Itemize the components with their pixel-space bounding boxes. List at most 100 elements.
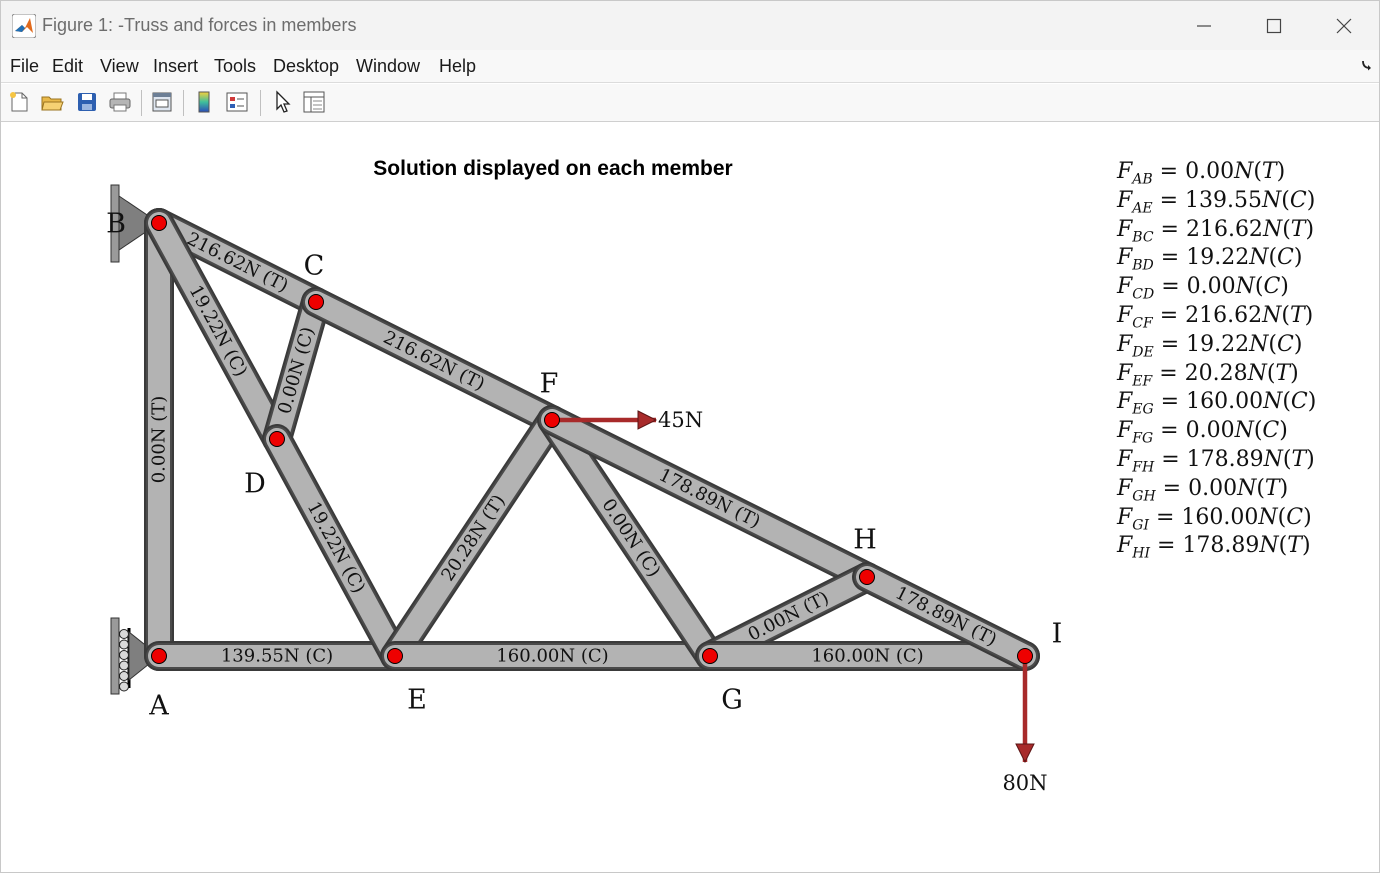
node-label-f: F [540,369,559,400]
toolbar-separator [141,90,142,116]
menu-edit[interactable]: Edit [52,56,83,77]
toolbar [1,84,1379,122]
force-subscript: CD [1132,286,1155,303]
minimize-button[interactable] [1169,1,1239,50]
member-forces-list: FAB = 0.00N(T) FAE = 139.55N(C) FBC = 216.… [1117,158,1316,562]
pointer-button[interactable] [268,88,296,116]
force-type: (T) [1278,533,1311,559]
force-subscript: EF [1132,372,1153,389]
force-value: 160.00 [1181,504,1259,530]
maximize-button[interactable] [1239,1,1309,50]
link-plot-button[interactable] [148,88,176,116]
menu-window[interactable]: Window [356,56,420,77]
force-type: (T) [1253,159,1286,184]
equals-sign: = [1154,446,1187,472]
force-subscript: GH [1132,488,1156,505]
force-result-cd: FCD = 0.00N(C) [1117,273,1316,302]
force-subscript: EG [1132,401,1154,418]
menu-bar: File Edit View Insert Tools Desktop Wind… [1,50,1379,83]
force-unit: N [1258,504,1278,530]
dock-arrow-icon[interactable] [1361,59,1373,71]
force-result-ef: FEF = 20.28N(T) [1117,360,1316,389]
force-result-bc: FBC = 216.62N(T) [1117,216,1316,245]
force-subscript: HI [1132,545,1151,562]
force-value: 216.62 [1185,216,1263,242]
member-label-gi: 160.00N (C) [811,646,923,667]
force-symbol: F [1117,389,1133,415]
force-unit: N [1262,187,1282,213]
save-button[interactable] [73,88,101,116]
force-subscript: CF [1132,315,1153,332]
load-label-f: 45N [658,408,703,432]
force-value: 20.28 [1184,360,1248,386]
force-type-letter: C [1277,245,1294,271]
menu-help[interactable]: Help [439,56,476,77]
force-result-ae: FAE = 139.55N(C) [1117,187,1316,216]
force-type: (C) [1253,418,1288,444]
menu-desktop[interactable]: Desktop [273,56,339,77]
figure-title: Solution displayed on each member [373,157,732,180]
member-label-ae: 139.55N (C) [221,646,333,667]
force-symbol: F [1117,533,1133,559]
force-type-letter: C [1289,187,1307,213]
force-subscript: BC [1132,228,1154,245]
force-type-letter: T [1287,533,1302,559]
member-label-hi: 178.89N (T) [892,582,1000,650]
menu-insert[interactable]: Insert [153,56,198,77]
equals-sign: = [1153,418,1186,444]
force-unit: N [1262,302,1282,328]
force-value: 19.22 [1186,331,1250,357]
force-symbol: F [1117,504,1133,530]
colorbar-button[interactable] [190,88,218,116]
force-subscript: GI [1132,516,1149,533]
member-label-cd: 0.00N (C) [274,325,319,417]
force-subscript: FH [1132,459,1155,476]
legend-button[interactable] [223,88,251,116]
member-label-fh: 178.89N (T) [655,464,763,532]
force-type: (C) [1282,389,1317,415]
force-unit: N [1263,446,1283,472]
property-inspector-button[interactable] [300,88,328,116]
menu-file[interactable]: File [10,56,39,77]
force-symbol: F [1117,187,1133,213]
equals-sign: = [1153,216,1186,242]
print-button[interactable] [106,88,134,116]
member-label-bd: 19.22N (C) [185,282,252,381]
force-result-gh: FGH = 0.00N(T) [1117,475,1316,504]
new-figure-button[interactable] [5,88,33,116]
force-result-de: FDE = 19.22N(C) [1117,331,1316,360]
force-symbol: F [1117,216,1133,242]
force-result-eg: FEG = 160.00N(C) [1117,388,1316,417]
node-label-i: I [1052,619,1063,650]
force-type: (C) [1277,504,1312,530]
force-symbol: F [1117,360,1133,386]
force-type-letter: T [1290,216,1306,242]
force-symbol: F [1117,159,1133,184]
force-type-letter: C [1290,389,1308,415]
title-bar[interactable]: Figure 1: -Truss and forces in members [1,1,1379,50]
force-type: (T) [1281,302,1314,328]
toolbar-separator [183,90,184,116]
force-type: (C) [1268,331,1303,357]
roller [119,681,129,692]
matlab-icon [12,14,36,38]
maximize-icon [1266,18,1282,33]
force-value: 0.00 [1186,274,1236,300]
force-type-letter: C [1262,418,1280,444]
force-type-letter: T [1291,446,1307,472]
menu-view[interactable]: View [100,56,139,77]
force-value: 178.89 [1186,446,1264,472]
equals-sign: = [1152,360,1185,386]
force-unit: N [1263,389,1283,415]
close-button[interactable] [1309,1,1379,50]
equals-sign: = [1148,504,1182,530]
force-type: (C) [1254,274,1289,300]
menu-tools[interactable]: Tools [214,56,256,77]
force-unit: N [1259,533,1279,559]
force-subscript: BD [1132,257,1154,274]
open-file-button[interactable] [38,88,66,116]
force-result-hi: FHI = 178.89N(T) [1117,532,1316,561]
force-unit: N [1235,274,1255,300]
force-type: (T) [1282,216,1315,242]
node-d [269,431,285,447]
